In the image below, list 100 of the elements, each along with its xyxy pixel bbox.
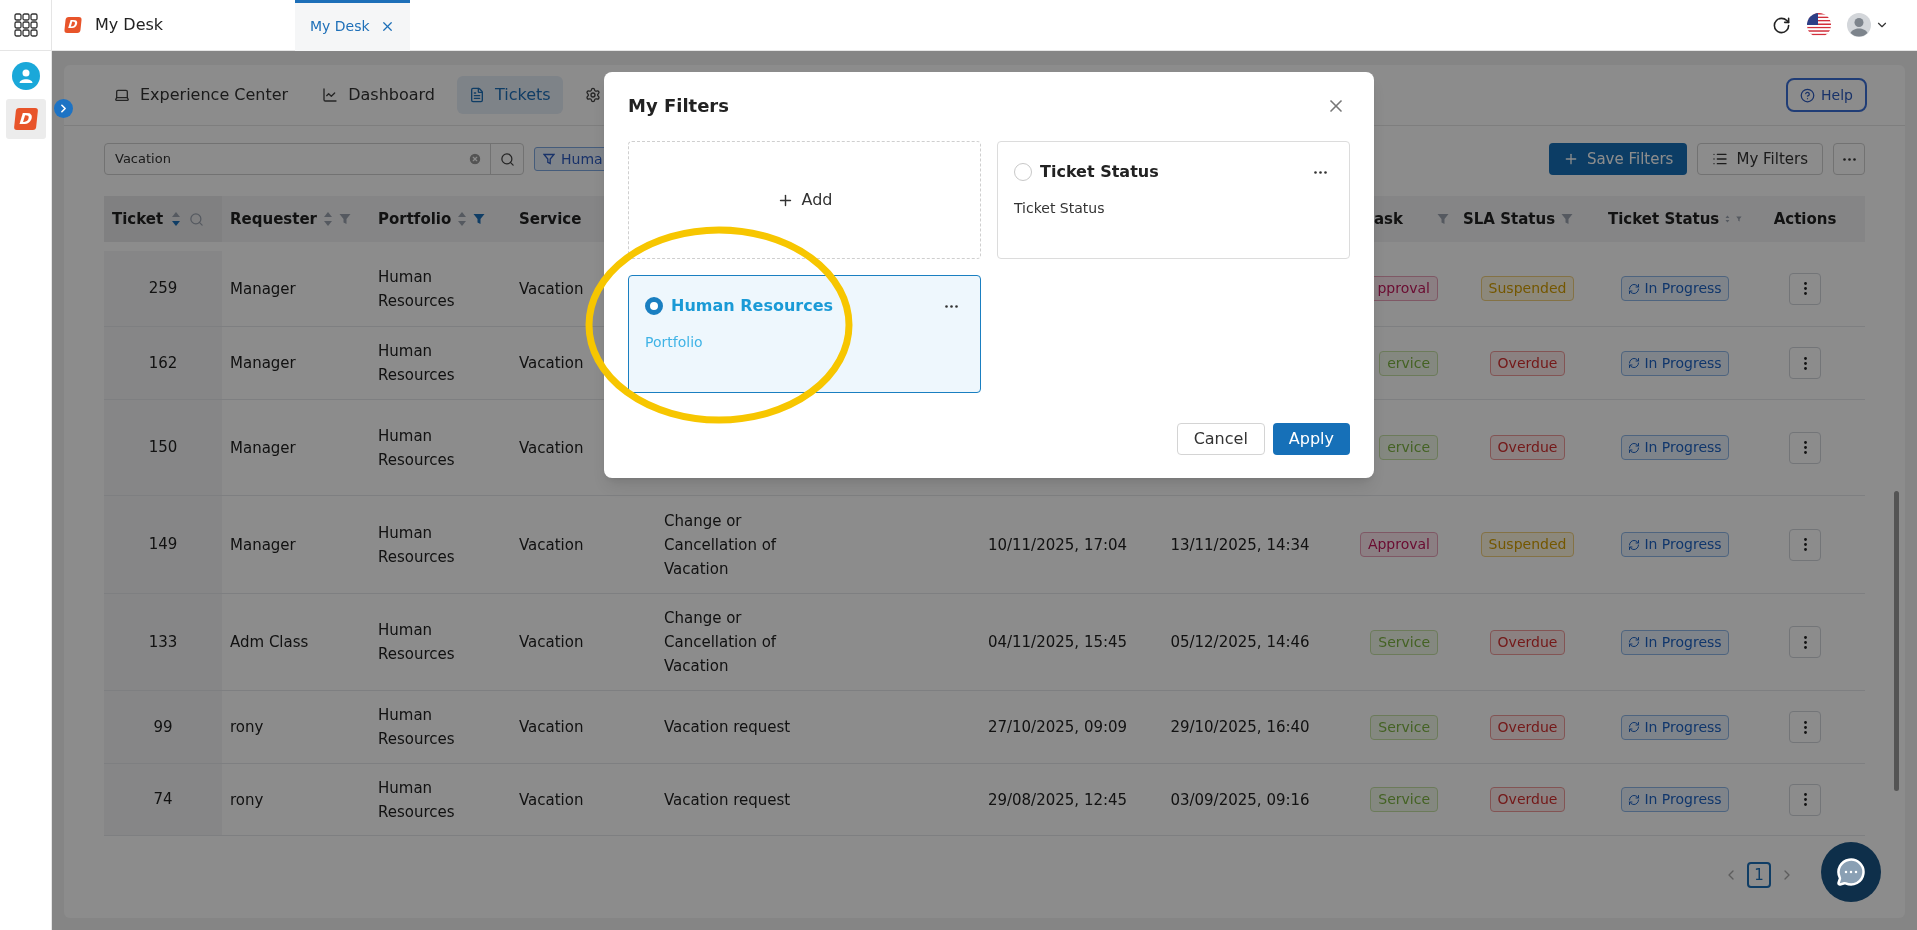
more-vertical-icon	[1803, 441, 1807, 454]
column-header: SLA Status	[1463, 208, 1556, 230]
table-cell-text: 150	[148, 437, 178, 459]
app-tab[interactable]: My Desk	[295, 0, 410, 51]
table-cell-text: Vacation	[519, 717, 584, 738]
table-cell-text: Vacation request	[664, 789, 791, 811]
refresh-icon	[1628, 538, 1641, 551]
nav-tab[interactable]: Dashboard	[310, 76, 447, 114]
more-vertical-icon	[1803, 356, 1807, 370]
my-filters-button[interactable]: My Filters	[1697, 143, 1823, 175]
flag-icon[interactable]	[1807, 13, 1831, 37]
app-title: My Desk	[95, 14, 164, 36]
rail-item[interactable]: D	[5, 99, 46, 139]
help-icon	[1800, 87, 1816, 103]
help-button[interactable]: Help	[1786, 78, 1867, 112]
task-badge: Approval	[1359, 532, 1438, 557]
filter-icon	[543, 153, 555, 165]
avatar-icon[interactable]	[1847, 13, 1871, 37]
table-cell-text: Human Resources	[378, 522, 456, 568]
status-badge: In Progress	[1621, 532, 1729, 557]
line-chart-icon	[322, 87, 339, 103]
settings-icon	[584, 87, 601, 103]
table-cell-text: 29/08/2025, 12:45	[987, 789, 1128, 811]
table-cell-text: Vacation	[519, 437, 584, 459]
filter-icon[interactable]	[339, 213, 351, 225]
dialog-title: My Filters	[628, 94, 729, 118]
page-button[interactable]: 1	[1747, 862, 1771, 888]
table-cell-text: 03/09/2025, 09:16	[1170, 789, 1310, 811]
more-vertical-icon	[1803, 793, 1807, 806]
table-cell-text: Vacation	[519, 632, 584, 653]
filter-icon[interactable]	[473, 213, 486, 225]
row-actions-button[interactable]	[1789, 431, 1821, 464]
table-cell-text: 05/12/2025, 14:46	[1170, 632, 1310, 653]
column-header: Service	[519, 208, 582, 230]
filter-name: Human Resources	[671, 295, 834, 317]
table-cell-text: 74	[153, 789, 173, 811]
more-icon[interactable]	[945, 304, 958, 308]
more-button[interactable]	[1833, 143, 1865, 175]
table-cell-text: Manager	[230, 437, 296, 459]
row-actions-button[interactable]	[1789, 347, 1821, 379]
column-header: Actions	[1773, 208, 1837, 230]
task-badge: ervice	[1379, 435, 1438, 460]
save-filters-button[interactable]: Save Filters	[1548, 143, 1688, 175]
row-actions-button[interactable]	[1789, 783, 1821, 816]
table-cell-text: 133	[148, 631, 178, 653]
sort-icon[interactable]	[323, 211, 333, 227]
table-cell-text: Manager	[230, 278, 296, 300]
status-badge: In Progress	[1621, 787, 1729, 812]
row-actions-button[interactable]	[1789, 711, 1821, 743]
nav-tab[interactable]: Tickets	[457, 76, 563, 114]
scrollbar[interactable]	[1894, 491, 1899, 791]
radio-button[interactable]	[1014, 163, 1032, 181]
refresh-icon	[1628, 441, 1641, 454]
table-cell-text: Vacation	[519, 534, 584, 556]
column-header: Portfolio	[378, 208, 452, 230]
table-cell-text: Vacation	[519, 278, 584, 300]
table-cell-text: rony	[230, 717, 264, 738]
refresh-icon[interactable]	[1772, 15, 1791, 35]
refresh-icon	[1628, 721, 1641, 733]
filter-icon[interactable]	[1437, 213, 1449, 225]
table-cell-text: Change or Cancellation of Vacation	[664, 510, 778, 580]
sort-icon[interactable]	[457, 211, 468, 227]
cancel-button[interactable]: Cancel	[1176, 423, 1265, 455]
document-icon	[469, 87, 485, 103]
row-actions-button[interactable]	[1789, 272, 1821, 305]
search-icon[interactable]	[499, 151, 515, 167]
row-actions-button[interactable]	[1789, 528, 1821, 561]
task-badge: Service	[1370, 714, 1438, 740]
table-cell-text: 27/10/2025, 09:09	[987, 717, 1128, 738]
app-launcher-icon[interactable]	[13, 13, 38, 37]
table-cell-text: Human Resources	[378, 341, 456, 386]
status-badge: In Progress	[1621, 714, 1729, 740]
user-icon[interactable]	[11, 62, 40, 90]
nav-tab[interactable]: Experience Center	[102, 76, 301, 114]
table-cell-text: 99	[153, 716, 173, 738]
table-cell-text: Change or Cancellation of Vacation	[664, 608, 778, 677]
list-icon	[1712, 151, 1729, 167]
table-cell-text: 29/10/2025, 16:40	[1170, 717, 1310, 738]
radio-button[interactable]	[645, 297, 663, 315]
table-cell-text: Vacation	[519, 353, 584, 374]
search-field[interactable]: Vacation	[104, 143, 524, 175]
refresh-icon	[1628, 357, 1641, 369]
filter-card[interactable]: Human Resources Portfolio	[628, 275, 981, 393]
chat-icon	[1836, 857, 1866, 887]
table-cell-text: 13/11/2025, 14:34	[1170, 534, 1310, 556]
sort-icon[interactable]	[171, 211, 182, 227]
more-icon[interactable]	[1314, 170, 1327, 174]
refresh-icon	[1628, 793, 1641, 806]
row-actions-button[interactable]	[1789, 626, 1821, 658]
clear-icon[interactable]	[468, 152, 482, 166]
filter-icon[interactable]	[1561, 213, 1574, 225]
status-badge: In Progress	[1621, 435, 1729, 460]
table-cell-text: 162	[148, 352, 178, 374]
table-cell-text: Vacation request	[664, 717, 791, 738]
filter-description: Portfolio	[645, 333, 704, 352]
add-filter-button[interactable]: Add	[628, 141, 981, 259]
apply-button[interactable]: Apply	[1272, 423, 1350, 455]
filter-card[interactable]: Ticket Status Ticket Status	[997, 141, 1350, 259]
status-badge: In Progress	[1621, 350, 1729, 376]
table-cell-text: 10/11/2025, 17:04	[987, 534, 1128, 556]
